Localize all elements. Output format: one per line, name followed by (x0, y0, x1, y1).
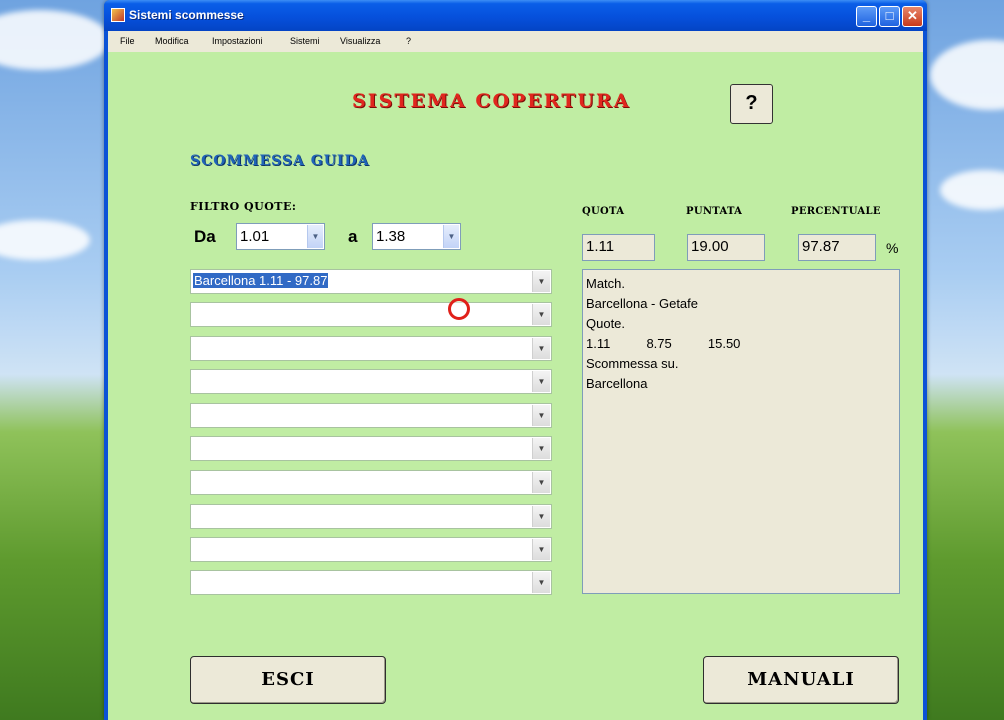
bet-combo-1[interactable]: Barcellona 1.11 - 97.87 ▼ (190, 269, 552, 294)
bet-combo-8[interactable]: ▼ (190, 504, 552, 529)
maximize-button[interactable]: □ (879, 6, 900, 27)
bet-combo-6[interactable]: ▼ (190, 436, 552, 461)
cloud (0, 10, 110, 70)
chevron-down-icon[interactable]: ▼ (532, 271, 550, 292)
chevron-down-icon[interactable]: ▼ (532, 572, 550, 593)
main-panel: SISTEMA COPERTURA ? SCOMMESSA GUIDA FILT… (108, 52, 923, 720)
menu-sistemi[interactable]: Sistemi (290, 36, 320, 46)
menu-impostazioni[interactable]: Impostazioni (212, 36, 263, 46)
menu-help[interactable]: ? (406, 36, 411, 46)
help-button[interactable]: ? (730, 84, 773, 124)
bet-combo-value: Barcellona 1.11 - 97.87 (193, 273, 329, 288)
menu-file[interactable]: File (120, 36, 135, 46)
chevron-down-icon[interactable]: ▼ (532, 338, 550, 359)
odds-from-select[interactable]: 1.01 ▼ (236, 223, 325, 250)
puntata-header: PUNTATA (686, 206, 743, 217)
app-icon (111, 8, 125, 22)
info-line: Match. (586, 276, 626, 291)
bet-combo-5[interactable]: ▼ (190, 403, 552, 428)
menu-visualizza[interactable]: Visualizza (340, 36, 380, 46)
percent-sign: % (886, 240, 899, 256)
app-window: Sistemi scommesse _ □ ✕ File Modifica Im… (104, 0, 927, 720)
to-label: a (348, 227, 358, 246)
info-line: 1.11 8.75 15.50 (586, 336, 741, 351)
odds-to-select[interactable]: 1.38 ▼ (372, 223, 461, 250)
filter-title: FILTRO QUOTE: (190, 200, 297, 213)
chevron-down-icon[interactable]: ▼ (532, 438, 550, 459)
bet-combo-3[interactable]: ▼ (190, 336, 552, 361)
menu-bar: File Modifica Impostazioni Sistemi Visua… (108, 31, 923, 52)
close-button[interactable]: ✕ (902, 6, 923, 27)
odds-to-value: 1.38 (376, 228, 406, 245)
bet-combo-2[interactable]: ▼ (190, 302, 552, 327)
quota-field[interactable]: 1.11 (582, 234, 655, 261)
menu-modifica[interactable]: Modifica (155, 36, 189, 46)
bet-combo-4[interactable]: ▼ (190, 369, 552, 394)
info-line: Scommessa su. (586, 356, 679, 371)
chevron-down-icon[interactable]: ▼ (532, 405, 550, 426)
exit-button[interactable]: ESCI (190, 656, 386, 704)
bet-combo-10[interactable]: ▼ (190, 570, 552, 595)
info-line: Barcellona (586, 376, 648, 391)
bet-combo-7[interactable]: ▼ (190, 470, 552, 495)
chevron-down-icon[interactable]: ▼ (532, 304, 550, 325)
chevron-down-icon[interactable]: ▼ (443, 225, 459, 248)
info-line: Barcellona - Getafe (586, 296, 699, 311)
click-indicator (448, 298, 470, 320)
cloud (930, 40, 1004, 110)
percentuale-header: PERCENTUALE (791, 206, 881, 217)
bet-combo-9[interactable]: ▼ (190, 537, 552, 562)
client-area: File Modifica Impostazioni Sistemi Visua… (108, 31, 923, 720)
info-line: Quote. (586, 316, 626, 331)
from-label: Da (194, 227, 216, 246)
chevron-down-icon[interactable]: ▼ (532, 539, 550, 560)
chevron-down-icon[interactable]: ▼ (532, 472, 550, 493)
odds-from-value: 1.01 (240, 228, 270, 245)
page-title: SISTEMA COPERTURA (352, 90, 631, 112)
section-title: SCOMMESSA GUIDA (190, 153, 370, 169)
quota-header: QUOTA (582, 206, 625, 217)
title-bar[interactable]: Sistemi scommesse _ □ ✕ (104, 0, 927, 31)
manuals-button[interactable]: MANUALI (703, 656, 899, 704)
chevron-down-icon[interactable]: ▼ (532, 371, 550, 392)
match-info-box[interactable]: Match. Barcellona - Getafe Quote. 1.11 8… (582, 269, 900, 594)
percentuale-field[interactable]: 97.87 (798, 234, 876, 261)
chevron-down-icon[interactable]: ▼ (307, 225, 323, 248)
puntata-field[interactable]: 19.00 (687, 234, 765, 261)
minimize-button[interactable]: _ (856, 6, 877, 27)
window-title: Sistemi scommesse (129, 8, 244, 22)
cloud (940, 170, 1004, 210)
cloud (0, 220, 90, 260)
chevron-down-icon[interactable]: ▼ (532, 506, 550, 527)
